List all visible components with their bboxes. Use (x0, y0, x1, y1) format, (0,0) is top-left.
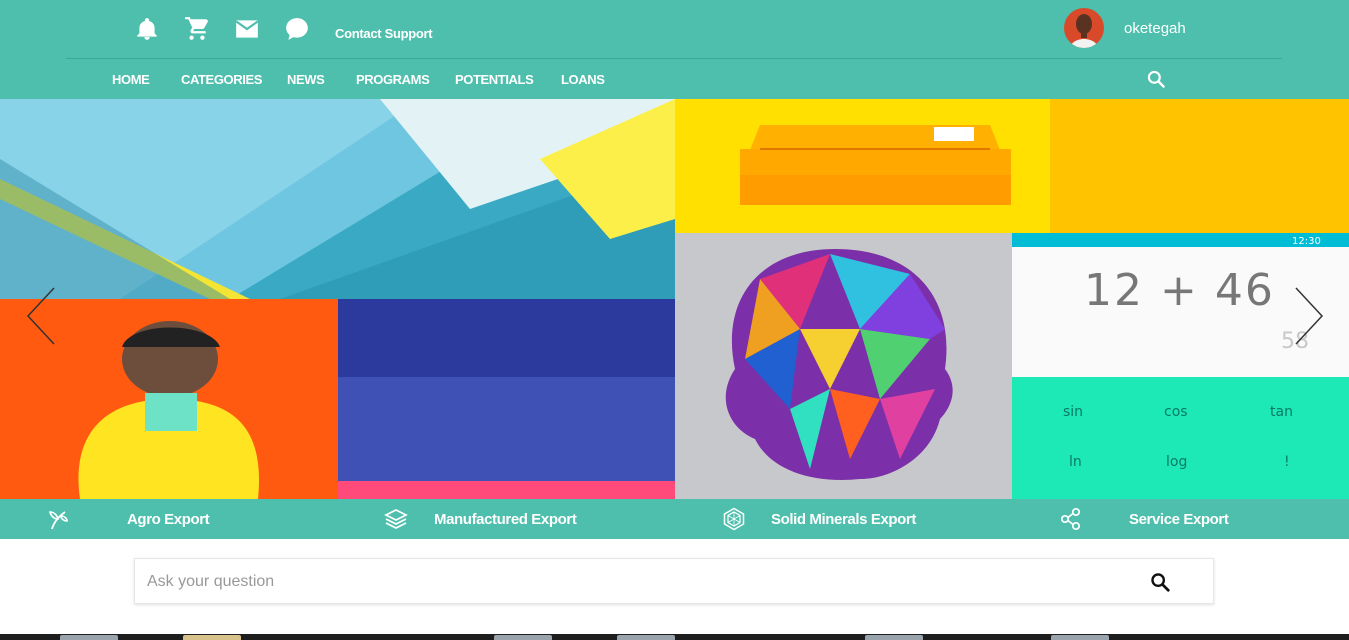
status-time: 12:30 (1292, 236, 1321, 247)
bell-icon[interactable] (134, 16, 160, 42)
calc-key-tan: tan (1270, 404, 1293, 420)
taskbar-button[interactable] (1051, 635, 1109, 640)
question-search-box (134, 558, 1214, 605)
taskbar-button[interactable] (494, 635, 552, 640)
question-input[interactable] (145, 559, 1129, 605)
chevron-right-icon[interactable] (1290, 284, 1330, 348)
share-nodes-icon (1059, 507, 1083, 531)
nav-item-programs[interactable]: PROGRAMS (356, 72, 430, 87)
site-header: Contact Support oketegah HOME CATEGORIES… (0, 0, 1349, 99)
cart-icon[interactable] (184, 16, 210, 42)
calc-key-cos: cos (1164, 404, 1188, 420)
mineral-icon (722, 507, 746, 531)
category-label: Agro Export (127, 511, 210, 528)
contact-support-link[interactable]: Contact Support (335, 26, 433, 41)
calc-key-log: log (1166, 454, 1188, 470)
taskbar-button[interactable] (865, 635, 923, 640)
sprout-icon (46, 507, 70, 531)
taskbar-button[interactable] (183, 635, 241, 640)
category-label: Service Export (1129, 511, 1229, 528)
nav-item-news[interactable]: NEWS (287, 72, 325, 87)
nav-item-loans[interactable]: LOANS (561, 72, 605, 87)
category-manufactured-export[interactable]: Manufactured Export (384, 499, 584, 539)
calc-key-ln: ln (1069, 454, 1082, 470)
layers-icon (384, 507, 408, 531)
category-label: Manufactured Export (434, 511, 577, 528)
nav-item-categories[interactable]: CATEGORIES (181, 72, 262, 87)
category-label: Solid Minerals Export (771, 511, 916, 528)
nav-item-home[interactable]: HOME (112, 72, 150, 87)
avatar[interactable] (1064, 8, 1104, 48)
calc-key-factorial: ! (1284, 454, 1290, 470)
search-icon[interactable] (1146, 69, 1166, 89)
os-taskbar (0, 634, 1349, 640)
category-service-export[interactable]: Service Export (1059, 499, 1239, 539)
search-icon[interactable] (1149, 571, 1171, 593)
chat-icon[interactable] (284, 16, 310, 42)
main-nav: HOME CATEGORIES NEWS PROGRAMS POTENTIALS… (0, 59, 1349, 99)
mail-icon[interactable] (234, 16, 260, 42)
category-agro-export[interactable]: Agro Export (46, 499, 216, 539)
top-bar: Contact Support oketegah (0, 0, 1349, 58)
calc-expression: 12 + 46 (1084, 265, 1275, 316)
taskbar-button[interactable] (60, 635, 118, 640)
category-solid-minerals-export[interactable]: Solid Minerals Export (722, 499, 922, 539)
category-bar: Agro Export Manufactured Export Solid Mi… (0, 499, 1349, 539)
chevron-left-icon[interactable] (20, 284, 60, 348)
calc-key-sin: sin (1063, 404, 1084, 420)
taskbar-button[interactable] (617, 635, 675, 640)
username[interactable]: oketegah (1124, 20, 1186, 37)
nav-item-potentials[interactable]: POTENTIALS (455, 72, 534, 87)
hero-carousel: 12:30 12 + 46 58 sin cos tan ln log ! (0, 99, 1349, 499)
